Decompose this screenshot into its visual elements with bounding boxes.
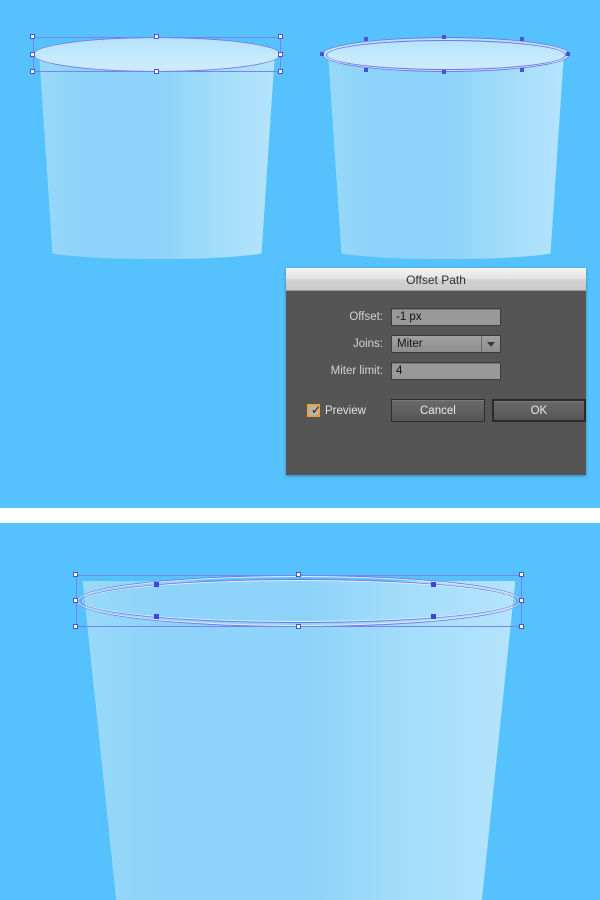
- path-anchor[interactable]: [442, 70, 446, 74]
- joins-label: Joins:: [352, 338, 383, 350]
- preview-checkbox[interactable]: ✓: [307, 403, 322, 417]
- selection-handle[interactable]: [296, 572, 301, 577]
- path-anchor[interactable]: [364, 37, 368, 41]
- offset-field-row: Offset:: [300, 308, 572, 326]
- path-anchor[interactable]: [320, 52, 324, 56]
- selection-handle[interactable]: [73, 624, 78, 629]
- canvas-bottom-section: ✕ ◂◂ Pathfinder ▾☰ Shape Modes:: [0, 523, 600, 900]
- selection-handle[interactable]: [278, 52, 283, 57]
- cylinder-left-selection-box: [33, 37, 281, 72]
- selection-handle[interactable]: [278, 34, 283, 39]
- canvas-top-section: Offset Path Offset: Joins: Miter Miter l…: [0, 0, 600, 508]
- checkmark-icon: ✓: [311, 403, 322, 417]
- cylinder-right[interactable]: [320, 33, 570, 259]
- miter-limit-label: Miter limit:: [330, 365, 383, 377]
- path-anchor[interactable]: [520, 68, 524, 72]
- selection-handle[interactable]: [154, 69, 159, 74]
- dialog-body: Offset: Joins: Miter Miter limit: ✓: [286, 291, 586, 474]
- selection-handle[interactable]: [519, 598, 524, 603]
- dialog-titlebar: Offset Path: [286, 268, 586, 291]
- cylinder-right-body: [328, 55, 564, 259]
- dialog-title: Offset Path: [406, 272, 466, 287]
- cancel-button[interactable]: Cancel: [390, 399, 485, 422]
- cylinder-left[interactable]: [30, 33, 283, 259]
- path-anchor[interactable]: [364, 68, 368, 72]
- selection-handle[interactable]: [30, 52, 35, 57]
- preview-checkbox-wrap[interactable]: ✓ Preview: [307, 404, 366, 417]
- miter-limit-field-row: Miter limit:: [300, 362, 572, 380]
- offset-input[interactable]: [391, 308, 501, 326]
- selection-handle[interactable]: [30, 34, 35, 39]
- cylinder-right-offset-ellipse-path: [326, 40, 566, 70]
- path-anchor[interactable]: [566, 52, 570, 56]
- joins-field-row: Joins: Miter: [300, 335, 572, 353]
- section-divider: [0, 508, 600, 523]
- path-anchor[interactable]: [154, 582, 159, 587]
- preview-label: Preview: [325, 404, 366, 417]
- joins-select[interactable]: Miter: [391, 335, 501, 353]
- selection-handle[interactable]: [519, 572, 524, 577]
- cylinder-left-body: [39, 55, 275, 259]
- selection-handle[interactable]: [30, 69, 35, 74]
- chevron-down-icon[interactable]: [481, 336, 500, 352]
- offset-path-dialog[interactable]: Offset Path Offset: Joins: Miter Miter l…: [286, 268, 586, 475]
- path-anchor[interactable]: [154, 614, 159, 619]
- ellipses-selection-box: [76, 575, 522, 627]
- joins-selected-value: Miter: [397, 338, 423, 350]
- selection-handle[interactable]: [519, 624, 524, 629]
- selection-handle[interactable]: [278, 69, 283, 74]
- ok-button[interactable]: OK: [491, 399, 586, 422]
- path-anchor[interactable]: [442, 35, 446, 39]
- selection-handle[interactable]: [296, 624, 301, 629]
- cylinder-bottom[interactable]: [73, 569, 524, 900]
- selection-handle[interactable]: [154, 34, 159, 39]
- selection-handle[interactable]: [73, 598, 78, 603]
- dialog-button-row: ✓ Preview Cancel OK: [300, 399, 586, 422]
- offset-label: Offset:: [349, 311, 383, 323]
- path-anchor[interactable]: [431, 614, 436, 619]
- path-anchor[interactable]: [431, 582, 436, 587]
- path-anchor[interactable]: [520, 37, 524, 41]
- miter-limit-input[interactable]: [391, 362, 501, 380]
- selection-handle[interactable]: [73, 572, 78, 577]
